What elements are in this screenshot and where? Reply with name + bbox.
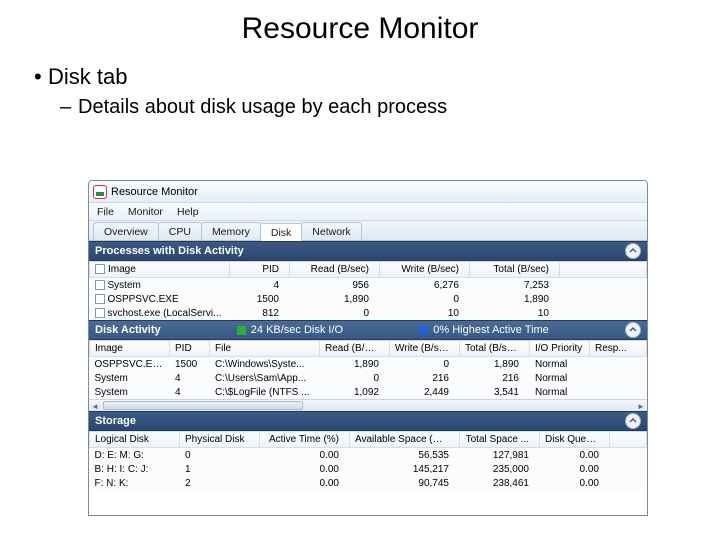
col-image[interactable]: Image [90, 262, 230, 278]
col-read[interactable]: Read (B/sec) [290, 262, 380, 278]
blue-swatch-icon [419, 326, 428, 335]
section-title-storage: Storage [95, 415, 136, 427]
slide-title: Resource Monitor [0, 12, 720, 46]
tab-memory[interactable]: Memory [201, 222, 261, 240]
section-header-disk-activity[interactable]: Disk Activity 24 KB/sec Disk I/O 0% High… [89, 320, 647, 340]
collapse-icon[interactable] [625, 413, 641, 429]
table-row[interactable]: System49566,2767,253 [90, 278, 647, 293]
table-row[interactable]: System4C:\$LogFile (NTFS ...1,0922,4493,… [90, 385, 647, 399]
col-image[interactable]: Image [90, 341, 170, 357]
section-title-disk-activity: Disk Activity [95, 324, 161, 336]
section-header-processes[interactable]: Processes with Disk Activity [89, 241, 647, 261]
menu-help[interactable]: Help [177, 206, 199, 218]
col-total[interactable]: Total (B/sec) [460, 341, 530, 357]
tab-overview[interactable]: Overview [93, 222, 159, 240]
table-row[interactable]: D: E: M: G:00.0056,535127,9810.00 [90, 448, 647, 463]
tab-strip: Overview CPU Memory Disk Network [89, 221, 647, 241]
tab-cpu[interactable]: CPU [158, 222, 202, 240]
window-title: Resource Monitor [111, 186, 198, 198]
table-row[interactable]: F: N: K:20.0090,745238,4610.00 [90, 476, 647, 490]
storage-table: Logical Disk Physical Disk Active Time (… [89, 431, 647, 490]
col-response[interactable]: Resp... [590, 341, 647, 357]
processes-table: Image PID Read (B/sec) Write (B/sec) Tot… [89, 261, 647, 320]
bullet-2-text: Details about disk usage by each process [78, 96, 447, 118]
col-physical-disk[interactable]: Physical Disk [180, 432, 260, 448]
bullet-level-2: –Details about disk usage by each proces… [60, 96, 720, 119]
disk-activity-header-row: Image PID File Read (B/sec) Write (B/sec… [90, 341, 647, 357]
col-write[interactable]: Write (B/sec) [380, 262, 470, 278]
table-row[interactable]: B: H: I: C: J:10.00145,217235,0000.00 [90, 462, 647, 476]
col-total[interactable]: Total (B/sec) [470, 262, 560, 278]
disk-activity-hscrollbar[interactable]: ◄ ► [89, 399, 647, 411]
col-file[interactable]: File [210, 341, 320, 357]
table-row[interactable]: System4C:\Users\Sam\App...0216216Normal [90, 371, 647, 385]
col-disk-queue[interactable]: Disk Queu... [540, 432, 610, 448]
green-swatch-icon [237, 326, 246, 335]
content-area: Processes with Disk Activity Image PID R… [89, 241, 647, 515]
tab-network[interactable]: Network [301, 222, 362, 240]
checkbox-icon[interactable] [95, 308, 105, 318]
col-total-space[interactable]: Total Space ... [460, 432, 540, 448]
app-icon [93, 185, 107, 199]
tab-disk[interactable]: Disk [260, 223, 302, 241]
checkbox-icon[interactable] [95, 280, 105, 290]
col-pid[interactable]: PID [230, 262, 290, 278]
table-row[interactable]: OSPPSVC.EXE1500C:\Windows\Syste...1,8900… [90, 357, 647, 372]
bullet-level-1: •Disk tab [34, 64, 720, 90]
col-pid[interactable]: PID [170, 341, 210, 357]
section-header-storage[interactable]: Storage [89, 411, 647, 431]
slide-bullets: •Disk tab –Details about disk usage by e… [34, 64, 720, 119]
resource-monitor-window: Resource Monitor File Monitor Help Overv… [88, 180, 648, 516]
collapse-icon[interactable] [625, 243, 641, 259]
disk-activity-table: Image PID File Read (B/sec) Write (B/sec… [89, 340, 647, 399]
bullet-1-text: Disk tab [48, 64, 127, 89]
col-logical-disk[interactable]: Logical Disk [90, 432, 180, 448]
section-title-processes: Processes with Disk Activity [95, 245, 244, 257]
menu-monitor[interactable]: Monitor [128, 206, 163, 218]
active-time-indicator: 0% Highest Active Time [419, 324, 549, 336]
checkbox-icon[interactable] [95, 294, 105, 304]
menu-bar: File Monitor Help [89, 203, 647, 221]
col-io-priority[interactable]: I/O Priority [530, 341, 590, 357]
storage-header-row: Logical Disk Physical Disk Active Time (… [90, 432, 647, 448]
col-active-time[interactable]: Active Time (%) [260, 432, 350, 448]
processes-header-row: Image PID Read (B/sec) Write (B/sec) Tot… [90, 262, 647, 278]
collapse-icon[interactable] [625, 322, 641, 338]
menu-file[interactable]: File [97, 206, 114, 218]
title-bar[interactable]: Resource Monitor [89, 181, 647, 203]
checkbox-header-icon[interactable] [95, 264, 105, 274]
col-spacer [610, 432, 647, 448]
col-write[interactable]: Write (B/sec) [390, 341, 460, 357]
table-row[interactable]: svchost.exe (LocalServi...81201010 [90, 306, 647, 320]
disk-io-indicator: 24 KB/sec Disk I/O [237, 324, 343, 336]
table-row[interactable]: OSPPSVC.EXE15001,89001,890 [90, 292, 647, 306]
scroll-thumb[interactable] [103, 401, 303, 410]
col-read[interactable]: Read (B/sec) [320, 341, 390, 357]
col-spacer [560, 262, 647, 278]
col-available-space[interactable]: Available Space (MB) [350, 432, 460, 448]
